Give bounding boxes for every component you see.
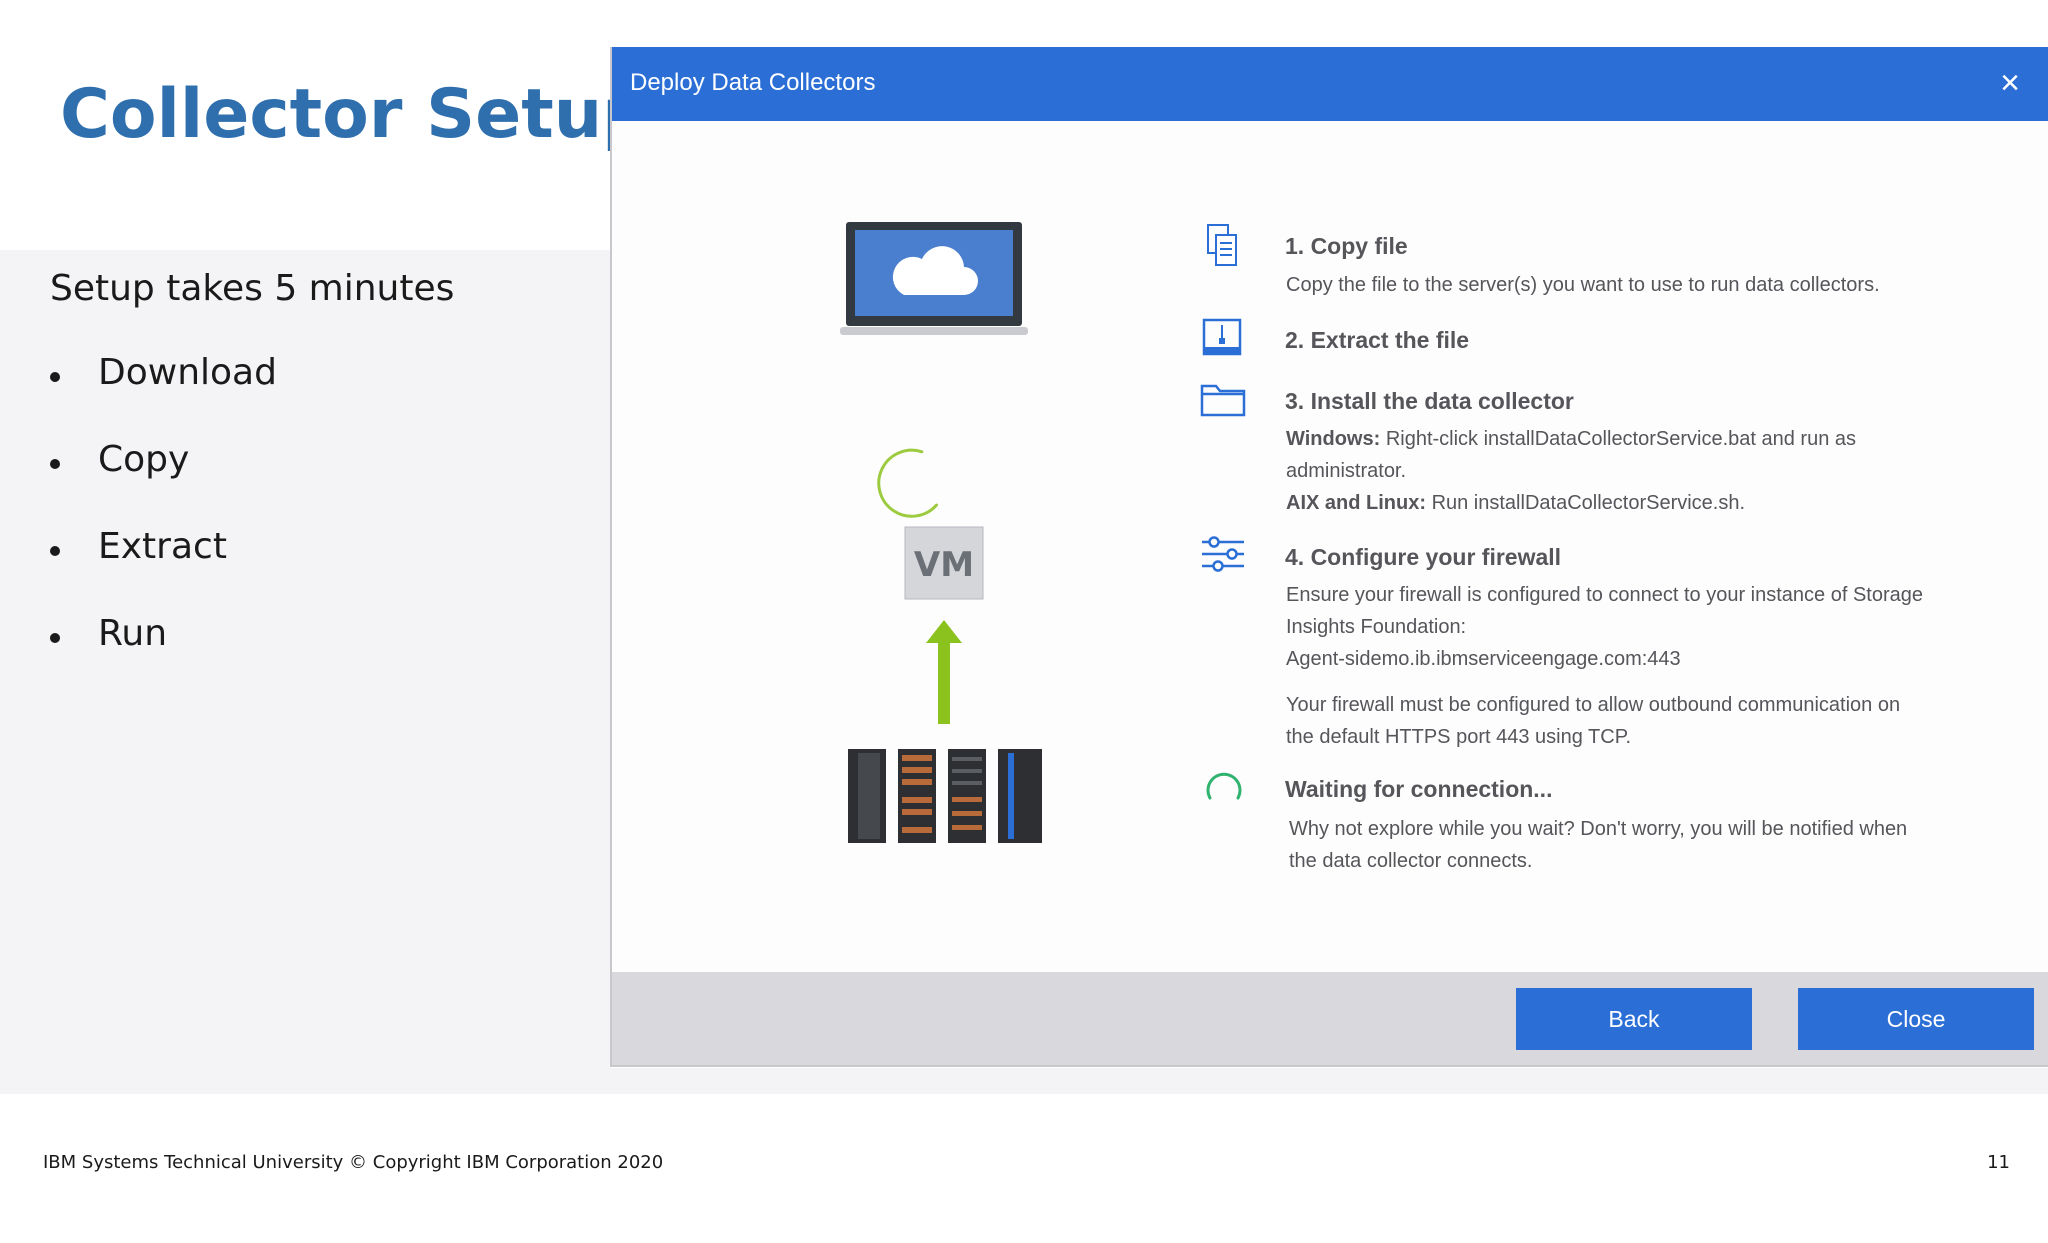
dialog-header: Deploy Data Collectors × (612, 47, 2048, 121)
sliders-icon (1202, 536, 1244, 572)
dialog-footer: Back Close (612, 972, 2048, 1065)
bullet-dot (50, 459, 60, 469)
bullet-dot (50, 633, 60, 643)
step-4-host: Agent-sidemo.ib.ibmserviceengage.com:443 (1286, 648, 1681, 670)
bullet-text: Copy (98, 439, 190, 480)
laptop-cloud-icon (840, 222, 1028, 335)
step-4-text-3: Your firewall must be configured to allo… (1286, 694, 1901, 716)
step-1-text: Copy the file to the server(s) you want … (1286, 274, 1880, 296)
close-button[interactable]: Close (1798, 988, 2034, 1050)
step-4-text-4: the default HTTPS port 443 using TCP. (1286, 726, 1632, 748)
up-arrow-icon (926, 620, 962, 724)
step-3-aix: AIX and Linux: Run installDataCollectorS… (1286, 487, 1745, 519)
bullet-dot (50, 546, 60, 556)
step-2-title: 2. Extract the file (1285, 327, 1470, 353)
footer-copyright: IBM Systems Technical University © Copyr… (43, 1152, 664, 1173)
waiting-text-2: the data collector connects. (1289, 850, 1533, 872)
bullet-text: Download (98, 352, 277, 393)
windows-label: Windows: (1286, 428, 1381, 450)
bottom-band (610, 1068, 2048, 1094)
slide-title: Collector Setup (60, 75, 651, 154)
copy-file-icon (1207, 224, 1237, 266)
slide-subtitle: Setup takes 5 minutes (50, 268, 455, 309)
vm-label: VM (914, 545, 974, 585)
aix-label: AIX and Linux: (1286, 492, 1426, 514)
bullet-item: Run (50, 613, 277, 700)
spinner-icon (1206, 772, 1242, 800)
step-4-text-1: Ensure your firewall is configured to co… (1286, 584, 1924, 606)
deploy-dialog: Deploy Data Collectors × VM 1. Copy file… (610, 47, 2048, 1067)
servers-icon (848, 749, 1042, 843)
vm-icon: VM (904, 526, 984, 600)
bullet-item: Extract (50, 526, 277, 613)
aix-text: Run installDataCollectorService.sh. (1431, 492, 1746, 514)
bullet-text: Extract (98, 526, 227, 567)
step-4-title: 4. Configure your firewall (1285, 544, 1562, 570)
waiting-text-1: Why not explore while you wait? Don't wo… (1289, 818, 1908, 840)
close-icon[interactable]: × (2000, 63, 2020, 103)
bullet-text: Run (98, 613, 168, 654)
windows-text: Right-click installDataCollectorService.… (1385, 428, 1857, 450)
waiting-title: Waiting for connection... (1285, 776, 1553, 802)
dialog-title: Deploy Data Collectors (630, 69, 876, 96)
bullet-dot (50, 372, 60, 382)
bullet-list: Download Copy Extract Run (50, 352, 277, 700)
back-button[interactable]: Back (1516, 988, 1752, 1050)
step-4-text-2: Insights Foundation: (1286, 616, 1467, 638)
folder-icon (1200, 384, 1246, 417)
step-1-title: 1. Copy file (1285, 233, 1408, 259)
bullet-item: Download (50, 352, 277, 439)
extract-icon (1202, 318, 1242, 356)
step-3-title: 3. Install the data collector (1285, 388, 1574, 414)
bullet-item: Copy (50, 439, 277, 526)
deployment-illustration: VM (840, 222, 1042, 843)
step-3-windows: Windows: Right-click installDataCollecto… (1286, 423, 1856, 455)
step-3-windows-cont: administrator. (1286, 460, 1407, 482)
loading-spinner-icon (877, 448, 939, 518)
page-number: 11 (1987, 1152, 2010, 1173)
